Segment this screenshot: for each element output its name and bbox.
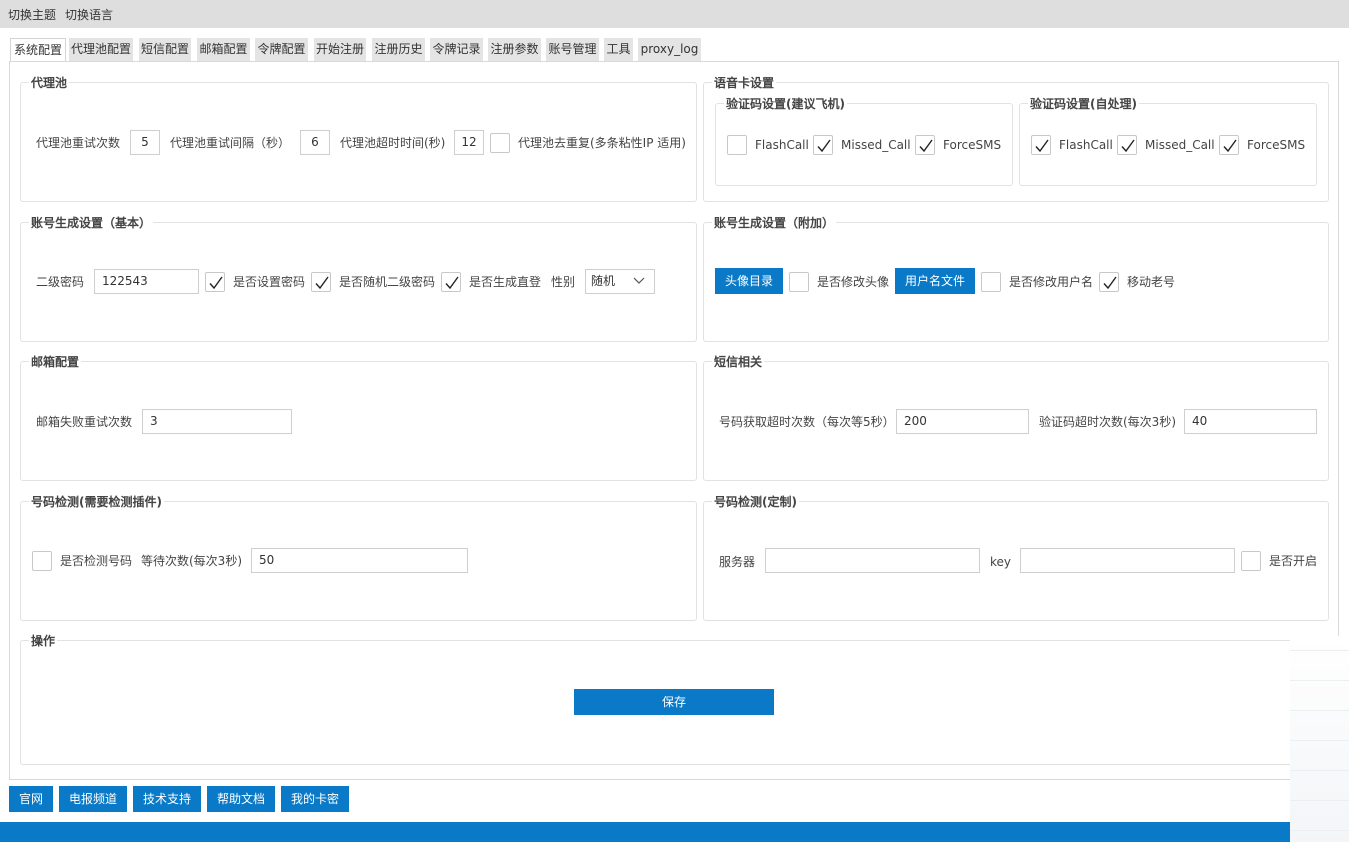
account-basic-title: 账号生成设置（基本） [29, 216, 154, 230]
secondary-password-input[interactable]: 122543 [94, 269, 199, 294]
suggested-flashcall-checkbox[interactable] [727, 135, 747, 155]
gender-label: 性别 [551, 275, 576, 289]
server-input[interactable] [765, 548, 980, 573]
tab-register-params[interactable]: 注册参数 [488, 38, 541, 61]
check-icon [1035, 139, 1049, 153]
enable-label: 是否开启 [1269, 554, 1318, 568]
tab-account-management[interactable]: 账号管理 [546, 38, 599, 61]
sms-title: 短信相关 [712, 355, 765, 369]
tab-proxy-log[interactable]: proxy_log [638, 38, 701, 61]
secondary-password-label: 二级密码 [36, 275, 85, 289]
save-button[interactable]: 保存 [574, 689, 774, 715]
tab-token-config[interactable]: 令牌配置 [255, 38, 308, 61]
number-check-custom-title: 号码检测(定制) [712, 495, 799, 509]
direct-login-label: 是否生成直登 [469, 275, 542, 289]
mobile-old-label: 移动老号 [1127, 275, 1176, 289]
suggested-forcesms-label: ForceSMS [943, 138, 1002, 152]
fetch-timeout-label: 号码获取超时次数（每次等5秒） [719, 415, 895, 429]
key-input[interactable] [1020, 548, 1235, 573]
fetch-timeout-input[interactable]: 200 [896, 409, 1029, 434]
proxy-timeout-input[interactable]: 12 [454, 130, 484, 155]
tab-tools[interactable]: 工具 [604, 38, 633, 61]
tech-support-button[interactable]: 技术支持 [133, 786, 201, 812]
gender-select[interactable]: 随机 [585, 269, 655, 294]
modify-username-checkbox[interactable] [981, 272, 1001, 292]
suggested-flashcall-label: FlashCall [755, 138, 809, 152]
username-file-button[interactable]: 用户名文件 [895, 268, 975, 294]
switch-theme-link[interactable]: 切换主题 [8, 6, 56, 23]
tab-proxy-pool-config[interactable]: 代理池配置 [69, 38, 133, 61]
telegram-channel-button[interactable]: 电报频道 [59, 786, 127, 812]
code-suggested-title: 验证码设置(建议飞机) [724, 97, 847, 111]
server-label: 服务器 [719, 555, 756, 569]
self-forcesms-label: ForceSMS [1247, 138, 1306, 152]
operation-title: 操作 [29, 634, 58, 648]
suggested-missed-call-checkbox[interactable] [813, 135, 833, 155]
proxy-retry-input[interactable]: 5 [130, 130, 160, 155]
gender-selected-value: 随机 [591, 274, 616, 288]
proxy-dedupe-checkbox[interactable] [490, 133, 510, 153]
status-bar [0, 822, 1290, 842]
voice-card-title: 语音卡设置 [712, 76, 777, 90]
email-retry-input[interactable]: 3 [142, 409, 292, 434]
tab-register-history[interactable]: 注册历史 [372, 38, 425, 61]
check-icon [1121, 139, 1135, 153]
suggested-missed-call-label: Missed_Call [841, 138, 911, 152]
check-icon [1223, 139, 1237, 153]
tab-token-records[interactable]: 令牌记录 [430, 38, 483, 61]
proxy-dedupe-label: 代理池去重复(多条粘性IP 适用) [518, 136, 686, 150]
proxy-retry-label: 代理池重试次数 [36, 136, 121, 150]
code-timeout-label: 验证码超时次数(每次3秒) [1039, 415, 1176, 429]
avatar-directory-button[interactable]: 头像目录 [715, 268, 783, 294]
right-edge-shadow [1290, 636, 1349, 842]
proxy-interval-input[interactable]: 6 [300, 130, 330, 155]
set-password-checkbox[interactable] [205, 272, 225, 292]
check-icon [315, 276, 329, 290]
direct-login-checkbox[interactable] [441, 272, 461, 292]
number-check-title: 号码检测(需要检测插件) [29, 495, 164, 509]
proxy-timeout-label: 代理池超时时间(秒) [340, 136, 446, 150]
check-icon [1103, 276, 1117, 290]
account-extra-title: 账号生成设置（附加） [712, 216, 837, 230]
my-card-key-button[interactable]: 我的卡密 [281, 786, 349, 812]
key-label: key [990, 555, 1012, 569]
proxy-pool-title: 代理池 [29, 76, 70, 90]
check-number-checkbox[interactable] [32, 551, 52, 571]
switch-language-link[interactable]: 切换语言 [65, 6, 113, 23]
enable-checkbox[interactable] [1241, 551, 1261, 571]
self-flashcall-checkbox[interactable] [1031, 135, 1051, 155]
check-icon [817, 139, 831, 153]
self-forcesms-checkbox[interactable] [1219, 135, 1239, 155]
self-missed-call-checkbox[interactable] [1117, 135, 1137, 155]
chevron-down-icon [633, 277, 645, 284]
tab-email-config[interactable]: 邮箱配置 [197, 38, 250, 61]
wait-count-input[interactable]: 50 [251, 548, 468, 573]
check-icon [919, 139, 933, 153]
suggested-forcesms-checkbox[interactable] [915, 135, 935, 155]
email-title: 邮箱配置 [29, 355, 82, 369]
mobile-old-checkbox[interactable] [1099, 272, 1119, 292]
modify-avatar-checkbox[interactable] [789, 272, 809, 292]
check-icon [445, 276, 459, 290]
self-flashcall-label: FlashCall [1059, 138, 1113, 152]
tab-start-register[interactable]: 开始注册 [314, 38, 366, 61]
help-docs-button[interactable]: 帮助文档 [207, 786, 275, 812]
tab-sms-config[interactable]: 短信配置 [139, 38, 191, 61]
check-number-label: 是否检测号码 [60, 554, 133, 568]
random-secondary-label: 是否随机二级密码 [339, 275, 436, 289]
code-self-title: 验证码设置(自处理) [1028, 97, 1139, 111]
proxy-interval-label: 代理池重试间隔（秒） [170, 136, 291, 150]
code-timeout-input[interactable]: 40 [1184, 409, 1317, 434]
modify-username-label: 是否修改用户名 [1009, 275, 1094, 289]
official-site-button[interactable]: 官网 [9, 786, 53, 812]
tab-system-config[interactable]: 系统配置 [10, 38, 66, 62]
random-secondary-checkbox[interactable] [311, 272, 331, 292]
modify-avatar-label: 是否修改头像 [817, 275, 890, 289]
check-icon [209, 276, 223, 290]
top-menu-bar: 切换主题 切换语言 [0, 0, 1349, 28]
set-password-label: 是否设置密码 [233, 275, 306, 289]
self-missed-call-label: Missed_Call [1145, 138, 1215, 152]
email-retry-label: 邮箱失败重试次数 [36, 415, 133, 429]
wait-count-label: 等待次数(每次3秒) [141, 554, 242, 568]
